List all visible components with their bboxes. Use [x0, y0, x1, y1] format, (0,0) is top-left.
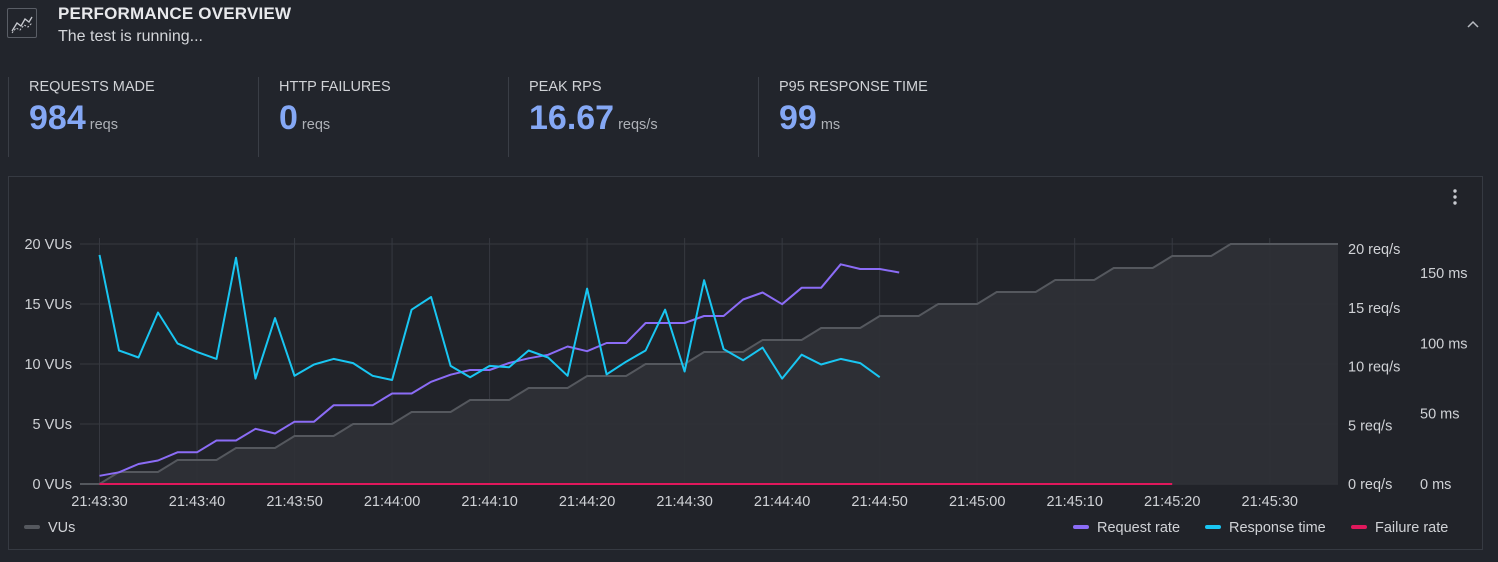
stat-http-failures: HTTP FAILURES 0 reqs	[258, 77, 508, 157]
legend-label: Request rate	[1097, 520, 1180, 536]
stat-value: 984	[29, 99, 86, 137]
legend-label: Failure rate	[1375, 520, 1448, 536]
chart-panel	[8, 176, 1483, 550]
stat-unit: reqs	[89, 117, 118, 133]
stats-row: REQUESTS MADE 984 reqs HTTP FAILURES 0 req…	[8, 77, 1008, 157]
chart-line-icon	[7, 8, 37, 38]
stat-value-group: 0 reqs	[279, 99, 330, 138]
kebab-menu-icon[interactable]	[1445, 186, 1465, 208]
stat-value-group: 16.67 reqs/s	[529, 99, 658, 138]
test-status-text: The test is running...	[58, 28, 203, 45]
legend-swatch	[24, 525, 40, 529]
legend-swatch	[1073, 525, 1089, 529]
stat-label: REQUESTS MADE	[29, 79, 155, 95]
chevron-up-icon[interactable]	[1462, 14, 1484, 36]
stat-value: 99	[779, 99, 817, 137]
legend-label: VUs	[48, 520, 75, 536]
stat-value-group: 99 ms	[779, 99, 840, 138]
stat-peak-rps: PEAK RPS 16.67 reqs/s	[508, 77, 758, 157]
legend-swatch	[1351, 525, 1367, 529]
stat-label: HTTP FAILURES	[279, 79, 391, 95]
stat-p95-response-time: P95 RESPONSE TIME 99 ms	[758, 77, 1008, 157]
stat-unit: reqs/s	[618, 117, 658, 133]
stat-value-group: 984 reqs	[29, 99, 118, 138]
stat-unit: ms	[820, 117, 841, 133]
legend-swatch	[1205, 525, 1221, 529]
stat-label: P95 RESPONSE TIME	[779, 79, 928, 95]
stat-requests-made: REQUESTS MADE 984 reqs	[8, 77, 258, 157]
stat-label: PEAK RPS	[529, 79, 602, 95]
panel-header: PERFORMANCE OVERVIEW The test is running…	[0, 0, 1498, 60]
stat-value: 0	[279, 99, 298, 137]
stat-unit: reqs	[301, 117, 331, 133]
page-title: PERFORMANCE OVERVIEW	[58, 4, 292, 23]
stat-value: 16.67	[529, 99, 615, 137]
legend-label: Response time	[1229, 520, 1326, 536]
